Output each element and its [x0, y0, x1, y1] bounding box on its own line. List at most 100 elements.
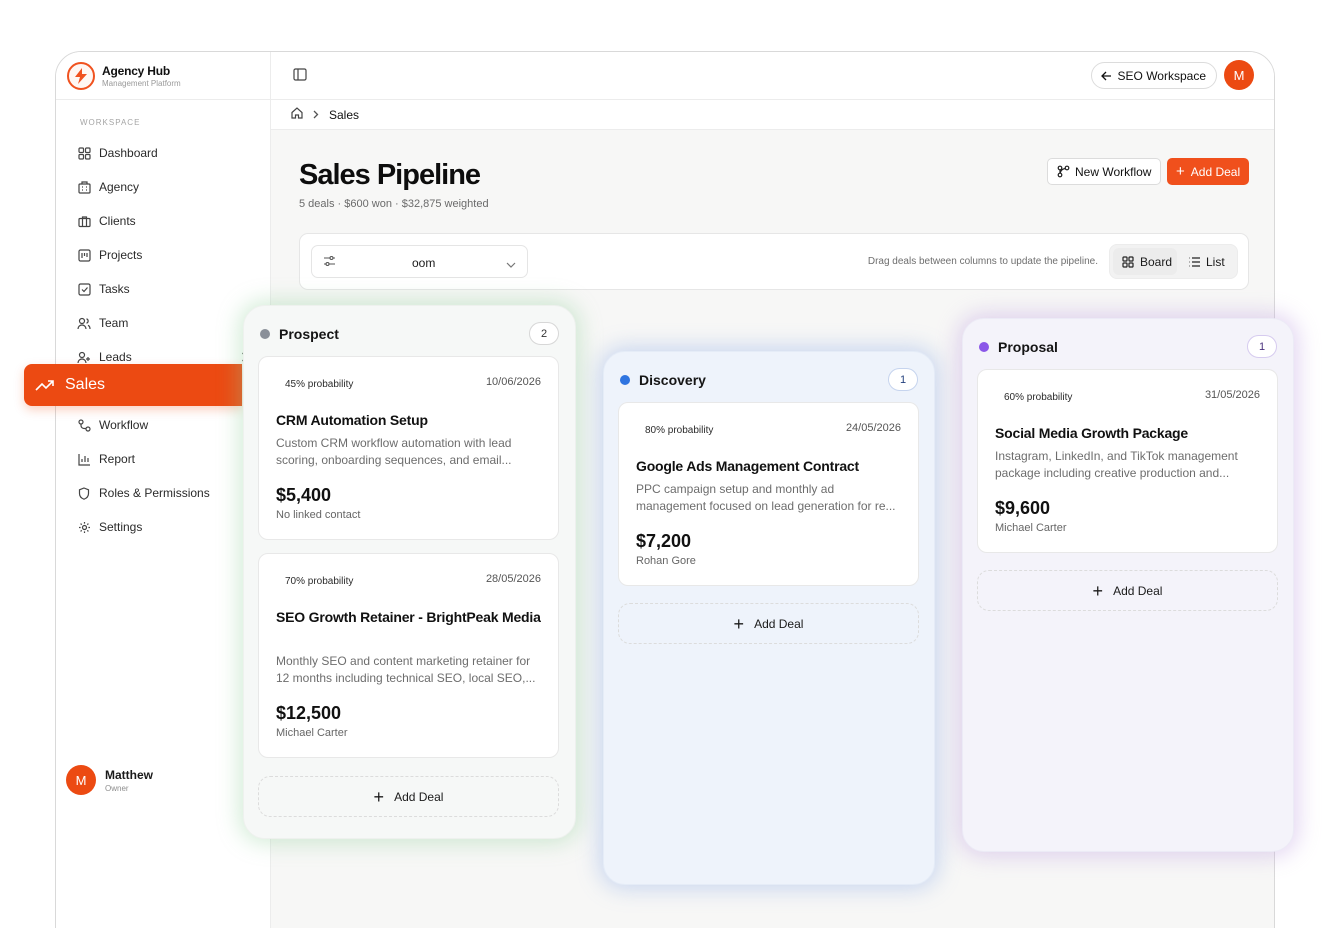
count-badge: 1 — [1247, 335, 1277, 358]
sidebar-item-tasks[interactable]: Tasks — [56, 272, 270, 306]
status-dot — [979, 342, 989, 352]
gear-icon — [77, 520, 91, 534]
sidebar-item-label: Settings — [99, 520, 143, 534]
deal-title: SEO Growth Retainer - BrightPeak Media — [276, 609, 541, 625]
sliders-icon — [323, 255, 336, 270]
chevron-down-icon — [506, 257, 516, 271]
column-title: Proposal — [998, 339, 1058, 355]
deal-probability: 70% probability — [285, 576, 354, 587]
count-badge: 2 — [529, 322, 559, 345]
deal-probability: 60% probability — [1004, 392, 1073, 403]
add-deal-column-button[interactable]: + Add Deal — [618, 603, 919, 644]
column-discovery: Discovery 1 80% probability 24/05/2026 G… — [603, 351, 935, 885]
add-deal-label: Add Deal — [1113, 583, 1163, 598]
sidebar-item-label: Projects — [99, 248, 143, 262]
top-avatar[interactable]: M — [1224, 60, 1254, 90]
column-proposal: Proposal 1 60% probability 31/05/2026 So… — [962, 318, 1294, 852]
deal-title: CRM Automation Setup — [276, 412, 428, 428]
briefcase-icon — [77, 214, 91, 228]
sidebar-item-roles-permissions[interactable]: Roles & Permissions — [56, 476, 270, 510]
sidebar-item-label: Workflow — [99, 418, 149, 432]
add-deal-label: Add Deal — [394, 789, 444, 804]
sidebar-toggle-icon[interactable] — [293, 68, 307, 86]
add-deal-button[interactable]: + Add Deal — [1167, 158, 1250, 185]
drag-hint: Drag deals between columns to update the… — [867, 256, 1098, 267]
deal-card[interactable]: 45% probability 10/06/2026 CRM Automatio… — [258, 356, 559, 540]
new-workflow-button[interactable]: New Workflow — [1047, 158, 1162, 185]
user-profile[interactable]: M Matthew Owner — [66, 765, 153, 795]
sidebar-item-workflow[interactable]: Workflow — [56, 408, 270, 442]
deal-amount: $7,200 — [636, 531, 692, 551]
sidebar-item-clients[interactable]: Clients — [56, 204, 270, 238]
deal-probability: 80% probability — [645, 425, 714, 436]
shield-icon — [77, 486, 91, 500]
sidebar-item-agency[interactable]: Agency — [56, 170, 270, 204]
deal-description: Monthly SEO and content marketing retain… — [276, 654, 536, 685]
sidebar-nav: Dashboard Agency Clients Projects Tasks — [56, 136, 270, 544]
sidebar-item-label: Dashboard — [99, 146, 158, 160]
status-dot — [620, 375, 630, 385]
deal-amount: $12,500 — [276, 703, 342, 723]
deal-date: 31/05/2026 — [1204, 389, 1260, 401]
status-dot — [260, 329, 270, 339]
deal-owner: Michael Carter — [276, 727, 348, 739]
deal-date: 10/06/2026 — [485, 376, 541, 388]
breadcrumb-current: Sales — [329, 107, 360, 122]
page-title: Sales Pipeline — [299, 159, 481, 191]
check-square-icon — [77, 282, 91, 296]
workflow-icon — [77, 418, 91, 432]
sidebar-item-label: Team — [99, 316, 129, 330]
sidebar-item-report[interactable]: Report — [56, 442, 270, 476]
sidebar-item-team[interactable]: Team — [56, 306, 270, 340]
sidebar-item-projects[interactable]: Projects — [56, 238, 270, 272]
sidebar-item-dashboard[interactable]: Dashboard — [56, 136, 270, 170]
deal-amount: $9,600 — [995, 498, 1051, 518]
count-badge: 1 — [888, 368, 918, 391]
plus-icon: + — [373, 786, 385, 807]
sidebar-item-sales[interactable]: Sales — [24, 364, 242, 406]
home-icon[interactable] — [291, 107, 303, 122]
sidebar-item-label: Agency — [99, 180, 140, 194]
deal-card[interactable]: 70% probability 28/05/2026 SEO Growth Re… — [258, 553, 559, 758]
bar-chart-icon — [77, 452, 91, 466]
trending-up-icon — [35, 380, 54, 391]
list-icon — [1189, 256, 1200, 267]
plus-icon: + — [1092, 580, 1104, 601]
deal-card[interactable]: 80% probability 24/05/2026 Google Ads Ma… — [618, 402, 919, 586]
sidebar-item-settings[interactable]: Settings — [56, 510, 270, 544]
breadcrumb: Sales — [271, 100, 1274, 130]
brand[interactable]: Agency Hub Management Platform — [56, 52, 270, 100]
deal-title: Google Ads Management Contract — [636, 458, 859, 474]
sidebar-item-label: Clients — [99, 214, 136, 228]
sidebar-item-label: Roles & Permissions — [99, 486, 210, 500]
workspace-switch-button[interactable]: SEO Workspace — [1090, 62, 1217, 89]
user-role: Owner — [105, 783, 129, 793]
add-deal-column-button[interactable]: + Add Deal — [258, 776, 559, 817]
add-deal-column-button[interactable]: + Add Deal — [977, 570, 1278, 611]
user-name: Matthew — [105, 767, 153, 782]
plus-icon: + — [733, 613, 745, 634]
view-list-button[interactable]: List — [1188, 248, 1225, 275]
brand-subtitle: Management Platform — [102, 78, 181, 88]
kanban-icon — [77, 248, 91, 262]
column-title: Discovery — [639, 372, 706, 388]
topbar: SEO Workspace M — [271, 52, 1274, 100]
view-board-label: Board — [1140, 254, 1173, 269]
sidebar-item-label: Sales — [65, 376, 106, 393]
filter-bar: oom Drag deals between columns to update… — [299, 233, 1249, 290]
building-icon — [77, 180, 91, 194]
sidebar: Agency Hub Management Platform WORKSPACE… — [56, 52, 271, 928]
arrow-left-icon — [1100, 71, 1111, 80]
filter-select[interactable]: oom — [311, 245, 528, 278]
page-subtitle: 5 deals · $600 won · $32,875 weighted — [299, 198, 489, 210]
deal-description: Custom CRM workflow automation with lead… — [276, 436, 512, 467]
deal-date: 24/05/2026 — [845, 422, 901, 434]
add-deal-label: Add Deal — [1190, 164, 1241, 179]
deal-amount: $5,400 — [276, 485, 332, 505]
view-board-button[interactable]: Board — [1113, 248, 1177, 275]
deal-owner: Michael Carter — [995, 522, 1067, 534]
screen: Agency Hub Management Platform WORKSPACE… — [0, 0, 1330, 928]
add-deal-label: Add Deal — [754, 616, 804, 631]
deal-date: 28/05/2026 — [485, 573, 541, 585]
deal-card[interactable]: 60% probability 31/05/2026 Social Media … — [977, 369, 1278, 553]
